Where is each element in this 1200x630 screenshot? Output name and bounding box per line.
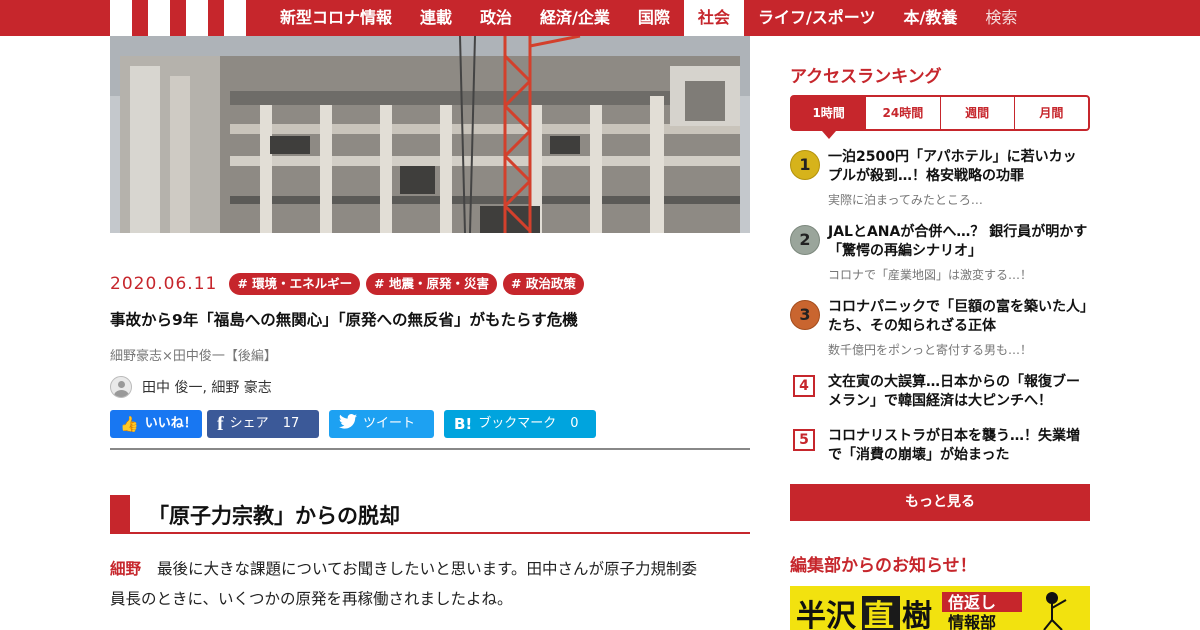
- tag-earthquake-nuclear-disaster[interactable]: # 地震・原発・災害: [366, 273, 497, 295]
- bookmark-count: 0: [570, 416, 579, 431]
- rank-badge-box: 5: [793, 429, 815, 451]
- ranking-item-sub: 実際に泊まってみたところ…: [828, 193, 983, 207]
- ranking-item-title[interactable]: JALとANAが合併へ…？ 銀行員が明かす「驚愕の再編シナリオ」: [828, 223, 1090, 261]
- rank-badge-bronze: 3: [790, 300, 820, 330]
- tag-environment-energy[interactable]: # 環境・エネルギー: [229, 273, 361, 295]
- author-row: 田中 俊一, 細野 豪志: [110, 376, 272, 398]
- ranking-item-title[interactable]: コロナリストラが日本を襲う…！失業増で「消費の崩壊」が始まった: [828, 427, 1090, 465]
- article-date: 2020.06.11: [110, 274, 218, 294]
- promo-banner[interactable]: 半沢 直 樹 倍返し 情報部: [790, 586, 1090, 630]
- author-avatar-icon: [110, 376, 132, 398]
- section-heading-text: 「原子力宗教」からの脱却: [148, 504, 400, 528]
- share-count: 17: [282, 416, 300, 431]
- rank-badge-box: 4: [793, 375, 815, 397]
- svg-text:直: 直: [864, 599, 894, 630]
- more-button[interactable]: もっと見る: [790, 484, 1090, 521]
- site-logo[interactable]: [110, 0, 248, 36]
- tab-weekly[interactable]: 週間: [939, 97, 1014, 129]
- article-divider: [110, 448, 750, 450]
- body-line-2: 員長のときに、いくつかの原発を再稼働されましたよね。: [110, 590, 513, 608]
- tweet-label: ツイート: [363, 416, 416, 431]
- main-nav: 新型コロナ情報 連載 政治 経済/企業 国際 社会 ライフ/スポーツ 本/教養 …: [266, 0, 1031, 36]
- ranking-item[interactable]: 2 JALとANAが合併へ…？ 銀行員が明かす「驚愕の再編シナリオ」 コロナで「…: [790, 223, 1090, 285]
- tab-1-hour[interactable]: 1時間: [792, 97, 866, 139]
- svg-text:半沢: 半沢: [796, 599, 857, 630]
- bookmark-label: ブックマーク: [478, 416, 557, 431]
- ranking-item-title[interactable]: 文在寅の大誤算…日本からの「報復ブーメラン」で韓国経済は大ピンチへ！: [828, 373, 1090, 411]
- nav-item-corona[interactable]: 新型コロナ情報: [266, 0, 406, 36]
- share-buttons: 👍 いいね！ f シェア 17 ツイート B! ブックマーク 0: [110, 410, 601, 438]
- article-title: 事故から9年「福島への無関心」「原発への無反省」がもたらす危機: [110, 311, 578, 329]
- notice-title: 編集部からのお知らせ！: [790, 556, 977, 576]
- facebook-icon: f: [217, 413, 224, 435]
- nav-item-books[interactable]: 本/教養: [889, 0, 971, 36]
- author-names[interactable]: 田中 俊一, 細野 豪志: [142, 377, 272, 397]
- ranking-item[interactable]: 1 一泊2500円「アパホテル」に若いカップルが殺到…！格安戦略の功罪 実際に泊…: [790, 148, 1090, 210]
- article-hero-image: [110, 36, 750, 233]
- body-line-1: 最後に大きな課題についてお聞きしたいと思います。田中さんが原子力規制委: [157, 560, 698, 578]
- ranking-tabs: 1時間 24時間 週間 月間: [790, 95, 1090, 139]
- ranking-item-sub: 数千億円をポンっと寄付する男も…！: [828, 343, 1033, 357]
- facebook-share-button[interactable]: f シェア 17: [207, 410, 319, 438]
- tag-policy[interactable]: # 政治政策: [503, 273, 584, 295]
- nav-item-economy[interactable]: 経済/企業: [526, 0, 624, 36]
- ranking-item-title[interactable]: 一泊2500円「アパホテル」に若いカップルが殺到…！格安戦略の功罪: [828, 148, 1090, 186]
- body-paragraph: 細野 最後に大きな課題についてお聞きしたいと思います。田中さんが原子力規制委: [110, 554, 750, 584]
- thumbs-up-icon: 👍: [120, 415, 139, 433]
- facebook-like-button[interactable]: 👍 いいね！: [110, 410, 202, 438]
- ranking-item-title[interactable]: コロナパニックで「巨額の富を築いた人」たち、その知られざる正体: [828, 298, 1090, 336]
- ranking-title: アクセスランキング: [790, 67, 942, 87]
- like-label: いいね！: [144, 416, 197, 431]
- article-body: 細野 最後に大きな課題についてお聞きしたいと思います。田中さんが原子力規制委 員長…: [110, 554, 750, 614]
- rank-badge-gold: 1: [790, 150, 820, 180]
- section-heading: 「原子力宗教」からの脱却: [110, 495, 750, 534]
- ranking-item[interactable]: 5 コロナリストラが日本を襲う…！失業増で「消費の崩壊」が始まった: [790, 427, 1090, 471]
- nav-item-society[interactable]: 社会: [683, 0, 744, 36]
- rank-badge-silver: 2: [790, 225, 820, 255]
- article-meta-row: 2020.06.11 # 環境・エネルギー # 地震・原発・災害 # 政治政策: [110, 273, 590, 295]
- hatena-b-icon: B!: [454, 415, 473, 433]
- nav-item-series[interactable]: 連載: [406, 0, 466, 36]
- hatena-bookmark-button[interactable]: B! ブックマーク 0: [444, 410, 596, 438]
- svg-text:倍返し: 倍返し: [948, 593, 996, 612]
- tweet-button[interactable]: ツイート: [329, 410, 434, 438]
- nav-item-life-sports[interactable]: ライフ/スポーツ: [744, 0, 890, 36]
- ranking-item-sub: コロナで「産業地図」は激変する…！: [828, 268, 1033, 282]
- svg-text:情報部: 情報部: [948, 613, 996, 630]
- speaker-name: 細野: [110, 560, 142, 578]
- article-subtitle: 細野豪志×田中俊一【後編】: [110, 349, 277, 364]
- share-label: シェア: [229, 416, 269, 431]
- twitter-bird-icon: [339, 410, 357, 438]
- svg-text:樹: 樹: [902, 599, 932, 630]
- tab-24-hours[interactable]: 24時間: [865, 97, 939, 129]
- ranking-item[interactable]: 3 コロナパニックで「巨額の富を築いた人」たち、その知られざる正体 数千億円をポ…: [790, 298, 1090, 360]
- ranking-item[interactable]: 4 文在寅の大誤算…日本からの「報復ブーメラン」で韓国経済は大ピンチへ！: [790, 373, 1090, 417]
- top-nav-bar: 新型コロナ情報 連載 政治 経済/企業 国際 社会 ライフ/スポーツ 本/教養 …: [0, 0, 1200, 36]
- nav-item-search[interactable]: 検索: [971, 0, 1031, 36]
- section-heading-bar: [110, 495, 130, 532]
- nav-item-international[interactable]: 国際: [624, 0, 684, 36]
- nav-item-politics[interactable]: 政治: [466, 0, 526, 36]
- tab-monthly[interactable]: 月間: [1013, 97, 1088, 129]
